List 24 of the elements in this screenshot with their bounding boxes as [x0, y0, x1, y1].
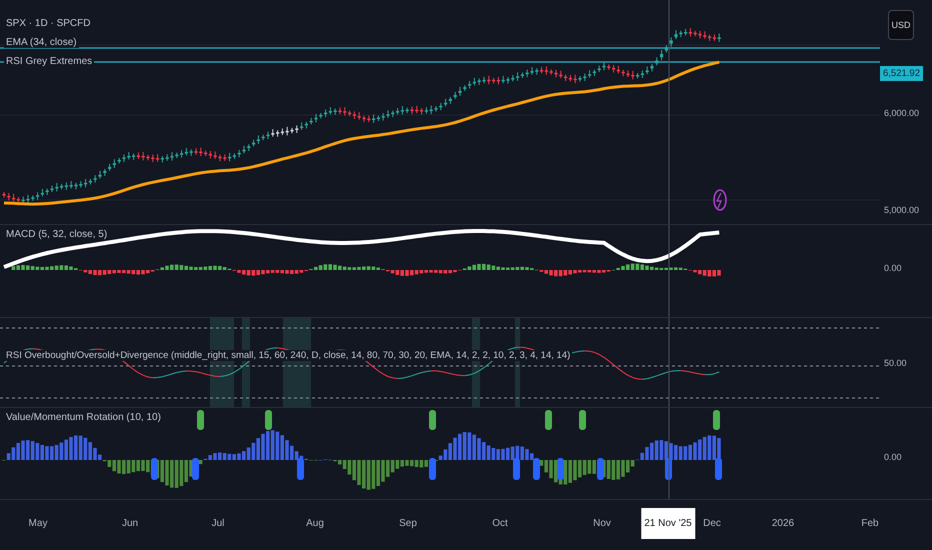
legend-text: MACD (5, 32, close, 5)	[4, 229, 110, 240]
time-label: 2026	[770, 517, 796, 531]
currency-button[interactable]: USD	[888, 10, 914, 40]
legend-text: EMA (34, close)	[4, 37, 79, 48]
time-label: Aug	[305, 517, 325, 531]
time-label: Feb	[860, 517, 880, 531]
price-label: 5,000.00	[884, 205, 920, 215]
legend-text: Value/Momentum Rotation (10, 10)	[4, 412, 163, 423]
time-label: Jun	[120, 517, 140, 531]
axis-label: 50.00	[884, 358, 907, 368]
time-label: Sep	[398, 517, 418, 531]
time-label: 21 Nov '25	[641, 508, 695, 539]
axis-label: 0.00	[884, 452, 902, 462]
price-label: 6,000.00	[884, 108, 920, 118]
legend-text: RSI Overbought/Oversold+Divergence (middle_right, small, 15, 60, 240, D, close, 14, 80, 70, 30, 20, EMA, 14, 2, 2, 10, 2, 3, 4, 14, 14)	[4, 350, 572, 361]
time-label: Oct	[491, 517, 509, 531]
last-price-tag: 6,521.92	[880, 66, 923, 81]
legend-text: SPX · 1D · SPCFD	[4, 18, 92, 29]
legend-text: RSI Grey Extremes	[4, 56, 94, 67]
time-label: Jul	[210, 517, 226, 531]
time-label: Dec	[702, 517, 722, 531]
time-label: Nov	[592, 517, 612, 531]
axis-label: 0.00	[884, 263, 902, 273]
time-label: May	[28, 517, 48, 531]
